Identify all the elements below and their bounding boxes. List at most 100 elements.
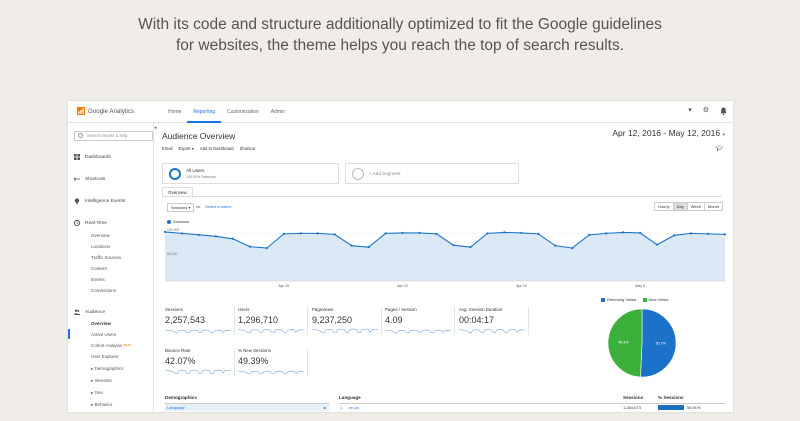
metric-tile[interactable]: % New Sessions 49.39%	[238, 348, 308, 380]
metric-tile[interactable]: Users 1,296,710	[238, 307, 308, 339]
sidebar-sub-cohort-analysis[interactable]: Cohort Analysis BETA	[91, 343, 131, 348]
sidebar-item-label: Audience	[85, 309, 106, 315]
chevron-down-icon: ▾	[722, 132, 725, 138]
sidebar-item-intelligence-events[interactable]: Intelligence Events	[74, 198, 125, 204]
legend-item: Returning Visitor	[601, 297, 637, 302]
bell-icon[interactable]	[720, 107, 727, 115]
sessions-point	[672, 234, 676, 237]
report-actions: Email Export ▾ Add to Dashboard Shortcut	[162, 146, 255, 151]
analytics-screenshot: Google Analytics Home Reporting Customiz…	[68, 101, 733, 412]
granularity-week[interactable]: Week	[686, 202, 705, 211]
nav-reporting[interactable]: Reporting	[187, 101, 222, 123]
sidebar-sub-overview[interactable]: Overview	[91, 233, 110, 238]
sessions-point	[656, 243, 659, 246]
sidebar-sub-interests[interactable]: ▸ Interests	[91, 378, 112, 384]
date-range-label: Apr 12, 2016 - May 12, 2016	[612, 128, 721, 138]
chevron-down-icon[interactable]: ▾	[688, 106, 692, 115]
sparkline-path	[165, 329, 231, 334]
y-tick-label: 100,000	[167, 228, 179, 232]
nav-home[interactable]: Home	[162, 101, 187, 123]
gear-icon[interactable]: ⚙	[703, 106, 709, 115]
sidebar-item-audience[interactable]: Audience	[74, 309, 105, 315]
sidebar-item-shortcuts[interactable]: Shortcuts	[74, 176, 105, 182]
sessions-point	[282, 232, 285, 235]
language-link[interactable]: en-us	[349, 405, 359, 410]
sessions-chart: 100,000 50,000 Apr 15 Apr 22 Apr 29 May 6	[163, 228, 727, 288]
sidebar-item-label: Dashboards	[85, 154, 111, 160]
metric-dropdown[interactable]: Sessions ▾	[167, 203, 195, 212]
metric-tile[interactable]: Pages / Session 4.09	[385, 307, 455, 339]
tab-divider	[162, 196, 722, 197]
row-index: 1.	[340, 405, 344, 410]
sidebar-sub-content[interactable]: Content	[91, 266, 107, 271]
sessions-point	[622, 231, 625, 234]
granularity-month[interactable]: Month	[703, 202, 723, 211]
sidebar-sub-active-users[interactable]: Active Users	[91, 332, 116, 337]
sparkline-path	[385, 329, 451, 334]
tab-overview[interactable]: Overview	[162, 187, 193, 199]
sessions-point	[333, 233, 336, 236]
sidebar-sub-demographics[interactable]: ▸ Demographics	[91, 366, 124, 372]
segment-sub: 100.00% Sessions	[186, 175, 216, 179]
segment-all-users[interactable]: All Users 100.00% Sessions	[162, 163, 339, 184]
metric-tile[interactable]: Pageviews 9,237,250	[312, 307, 382, 339]
metric-tile[interactable]: Bounce Rate 42.07%	[165, 348, 235, 380]
sidebar-sub-user-explorer[interactable]: User Explorer	[91, 354, 119, 359]
sidebar-sub-label: Cohort Analysis	[91, 343, 123, 348]
top-bar: Google Analytics Home Reporting Customiz…	[68, 101, 733, 123]
segment-placeholder-icon	[352, 168, 364, 180]
sessions-point	[469, 246, 472, 249]
people-icon	[74, 309, 80, 315]
search-icon	[78, 133, 83, 138]
select-metric-link[interactable]: Select a metric	[205, 204, 231, 209]
add-segment-button[interactable]: + Add Segment	[345, 163, 519, 184]
divider	[234, 307, 235, 335]
sidebar-item-real-time[interactable]: Real-Time	[74, 220, 107, 226]
legend-label: Returning Visitor	[607, 297, 637, 302]
sidebar-sub-events[interactable]: Events	[91, 277, 105, 282]
sidebar-sub-audience-overview[interactable]: Overview	[91, 321, 111, 326]
metric-label: % New Sessions	[238, 348, 271, 353]
divider	[528, 307, 529, 335]
demographics-header: Demographics	[165, 395, 197, 400]
email-button[interactable]: Email	[162, 146, 172, 151]
sessions-point	[180, 232, 184, 235]
search-input[interactable]: Search reports & help	[74, 131, 153, 141]
sidebar-item-dashboards[interactable]: Dashboards	[74, 154, 111, 160]
collapse-sidebar-button[interactable]: ◂	[154, 125, 157, 131]
sidebar-sub-geo[interactable]: ▸ Geo	[91, 390, 103, 396]
sessions-point	[197, 233, 201, 236]
metric-value: 2,257,543	[165, 315, 206, 325]
legend-label: New Visitor	[648, 297, 669, 302]
nav-customization[interactable]: Customization	[221, 101, 265, 123]
metric-vs: vs.	[196, 204, 202, 209]
sessions-header: Sessions	[623, 395, 644, 400]
legend-item: New Visitor	[642, 297, 669, 302]
shortcut-button[interactable]: Shortcut	[240, 146, 256, 151]
metric-tile[interactable]: Avg. Session Duration 00:04:17	[459, 307, 529, 339]
graduation-cap-icon[interactable]: 🎓︎	[715, 145, 723, 152]
sidebar-sub-behavior[interactable]: ▸ Behavior	[91, 402, 112, 408]
metric-sparkline	[238, 370, 304, 375]
metric-sparkline	[165, 369, 231, 375]
demographics-language-link[interactable]: Language	[167, 405, 185, 410]
sidebar: Search reports & help Dashboards Shortcu…	[68, 123, 154, 412]
pie-legend: Returning Visitor New Visitor	[601, 297, 669, 302]
app-logo[interactable]: Google Analytics	[77, 107, 134, 115]
sessions-point	[588, 233, 591, 236]
granularity-day[interactable]: Day	[672, 202, 688, 211]
nav-admin[interactable]: Admin	[265, 101, 291, 123]
sidebar-sub-conversions[interactable]: Conversions	[91, 288, 116, 293]
metric-tile[interactable]: Sessions 2,257,543	[165, 307, 235, 339]
main-nav: Home Reporting Customization Admin	[162, 101, 291, 123]
sidebar-sub-traffic-sources[interactable]: Traffic Sources	[91, 255, 121, 260]
analytics-logo-icon	[77, 107, 85, 115]
granularity-hourly[interactable]: Hourly	[654, 202, 674, 211]
sidebar-sub-locations[interactable]: Locations	[91, 244, 110, 249]
lightbulb-icon	[74, 198, 80, 204]
demographics-row-language[interactable]	[165, 404, 329, 411]
sessions-point	[299, 232, 302, 235]
export-button[interactable]: Export ▾	[178, 146, 193, 151]
add-to-dashboard-button[interactable]: Add to Dashboard	[200, 146, 234, 151]
date-range-picker[interactable]: Apr 12, 2016 - May 12, 2016 ▾	[612, 128, 725, 138]
